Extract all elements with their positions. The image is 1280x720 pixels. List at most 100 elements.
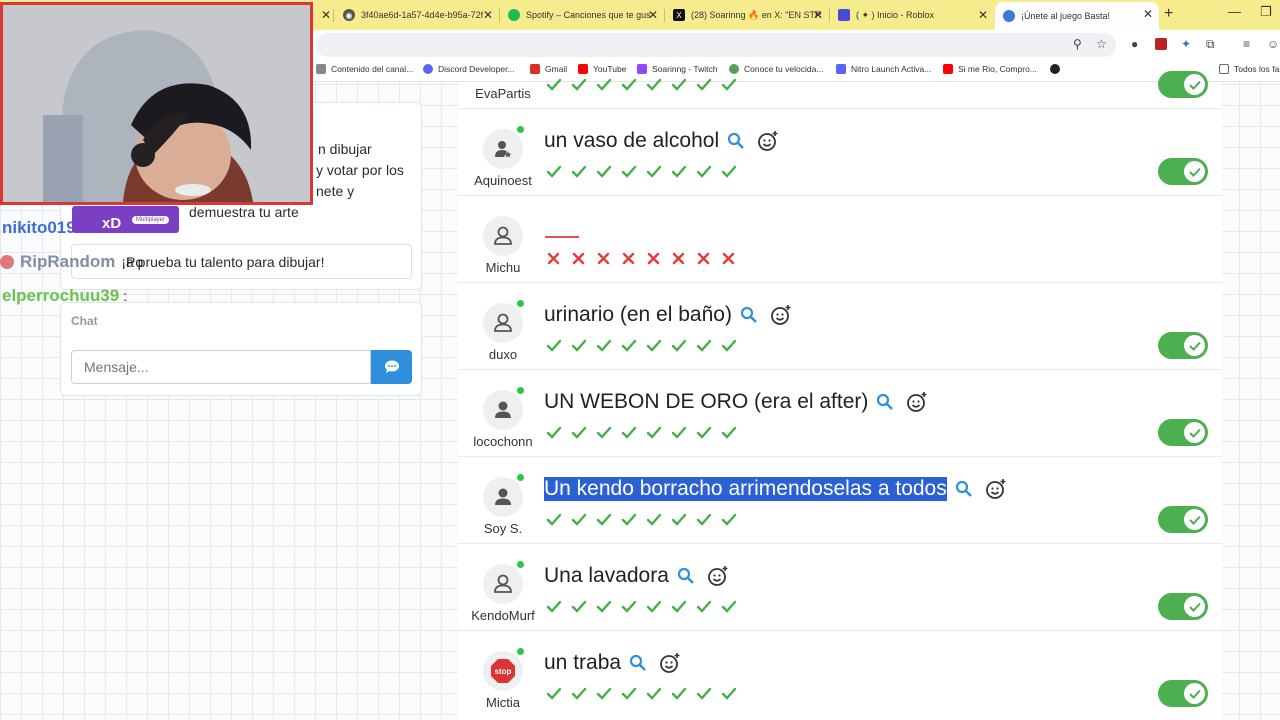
stop-sign-icon: stop <box>491 659 515 683</box>
checkmark-icon <box>571 599 596 615</box>
media-icon[interactable]: ≡ <box>1243 37 1250 51</box>
check-icon <box>1184 683 1205 704</box>
answer-row: locochonn UN WEBON DE ORO (era el after) <box>458 370 1222 457</box>
checkmark-icon <box>671 599 696 615</box>
online-dot <box>517 648 524 655</box>
user-star-icon <box>495 141 512 158</box>
svg-text:stop: stop <box>495 667 512 676</box>
answer-text: un vaso de alcohol <box>544 129 779 153</box>
vote-marks <box>546 599 746 615</box>
answer-label-selected: Un kendo borracho arrimendoselas a todos <box>544 477 947 501</box>
cross-icon <box>571 251 596 267</box>
accept-toggle[interactable] <box>1158 71 1208 98</box>
google-icon <box>316 64 326 74</box>
vote-marks <box>546 686 746 702</box>
cross-icon <box>646 251 671 267</box>
tab-title: 3f40ae6d-1a57-4d4e-b95a-72f <box>361 10 484 20</box>
search-icon[interactable] <box>876 393 894 411</box>
checkmark-icon <box>571 164 596 180</box>
checkmark-icon <box>646 164 671 180</box>
emoji-add-icon[interactable] <box>659 652 681 674</box>
checkmark-icon <box>596 599 621 615</box>
cross-icon <box>596 251 621 267</box>
close-icon[interactable]: ✕ <box>978 8 988 22</box>
checkmark-icon <box>621 512 646 528</box>
checkmark-icon <box>646 338 671 354</box>
online-dot <box>517 387 524 394</box>
checkmark-icon <box>621 686 646 702</box>
emote-badge: xD Multiplayer <box>72 206 179 233</box>
answer-row: KendoMurf Una lavadora <box>458 544 1222 631</box>
player-avatar: stop <box>483 651 523 691</box>
search-icon[interactable] <box>740 306 758 324</box>
bookmark-label: Contenido del canal... <box>331 64 414 74</box>
badge-subtext: Multiplayer <box>132 216 170 224</box>
online-dot <box>517 300 524 307</box>
close-icon[interactable]: ✕ <box>813 8 823 22</box>
bookmark-all-folder[interactable]: Todos los fa <box>1219 64 1279 74</box>
emoji-add-icon[interactable] <box>770 304 792 326</box>
slogan-text: a prueba tu talento para dibujar! <box>126 254 325 270</box>
tab-close-first[interactable]: ✕ <box>313 3 335 27</box>
checkmark-icon <box>596 164 621 180</box>
close-icon[interactable]: ✕ <box>1143 7 1153 21</box>
accept-toggle[interactable] <box>1158 158 1208 185</box>
checkmark-icon <box>671 512 696 528</box>
search-icon[interactable] <box>727 132 745 150</box>
close-icon[interactable]: ✕ <box>648 8 658 22</box>
checkmark-icon <box>546 77 571 93</box>
accept-toggle[interactable] <box>1158 332 1208 359</box>
accept-toggle[interactable] <box>1158 593 1208 620</box>
basta-icon <box>1003 10 1015 22</box>
minimize-icon[interactable]: — <box>1228 4 1241 19</box>
tab-title: (28) Soarinng 🔥 en X: "EN STR <box>691 9 822 20</box>
profile-icon[interactable]: ☺ <box>1267 37 1279 51</box>
bookmark-contenido[interactable]: Contenido del canal... <box>316 64 413 74</box>
new-tab-plus-icon[interactable]: + <box>1164 5 1173 23</box>
checkmark-icon <box>546 599 571 615</box>
check-icon <box>1184 161 1205 182</box>
close-icon[interactable]: ✕ <box>321 8 331 22</box>
checkmark-icon <box>646 599 671 615</box>
checkmark-icon <box>671 338 696 354</box>
checkmark-icon <box>546 164 571 180</box>
discord-icon <box>423 64 433 74</box>
check-icon <box>1184 596 1205 617</box>
close-icon[interactable]: ✕ <box>483 8 493 22</box>
search-icon[interactable] <box>629 654 647 672</box>
answer-row: Soy S. Un kendo borracho arrimendoselas … <box>458 457 1222 544</box>
player-name: Mictia <box>486 695 520 710</box>
answer-label: un vaso de alcohol <box>544 129 720 152</box>
answer-row: Aquinoest un vaso de alcohol <box>458 109 1222 196</box>
accept-toggle[interactable] <box>1158 419 1208 446</box>
checkmark-icon <box>721 686 746 702</box>
checkmark-icon <box>721 425 746 441</box>
send-message-button[interactable] <box>371 350 412 384</box>
answer-row: stop Mictia un traba <box>458 631 1222 718</box>
checkmark-icon <box>696 338 721 354</box>
maximize-icon[interactable]: ❐ <box>1260 4 1272 20</box>
checkmark-icon <box>621 164 646 180</box>
checkmark-icon <box>671 425 696 441</box>
player-name: Soy S. <box>483 521 523 536</box>
accept-toggle[interactable] <box>1158 506 1208 533</box>
check-icon <box>1184 335 1205 356</box>
checkmark-icon <box>621 599 646 615</box>
accept-toggle[interactable] <box>1158 680 1208 707</box>
description-line: demuestra tu arte <box>189 204 299 220</box>
vote-marks <box>546 251 746 267</box>
vote-marks <box>546 512 746 528</box>
search-icon[interactable] <box>677 567 695 585</box>
emoji-add-icon[interactable] <box>707 565 729 587</box>
search-icon[interactable] <box>955 480 973 498</box>
globe-icon: ◉ <box>343 9 355 21</box>
answer-label: un traba <box>544 651 622 674</box>
emoji-add-icon[interactable] <box>985 478 1007 500</box>
description-line: n dibujar <box>318 141 372 157</box>
user-icon <box>494 313 512 332</box>
message-input[interactable] <box>71 350 371 384</box>
checkmark-icon <box>721 77 746 93</box>
emoji-add-icon[interactable] <box>906 391 928 413</box>
emoji-add-icon[interactable] <box>757 130 779 152</box>
answer-label: urinario (en el baño) <box>544 303 732 326</box>
